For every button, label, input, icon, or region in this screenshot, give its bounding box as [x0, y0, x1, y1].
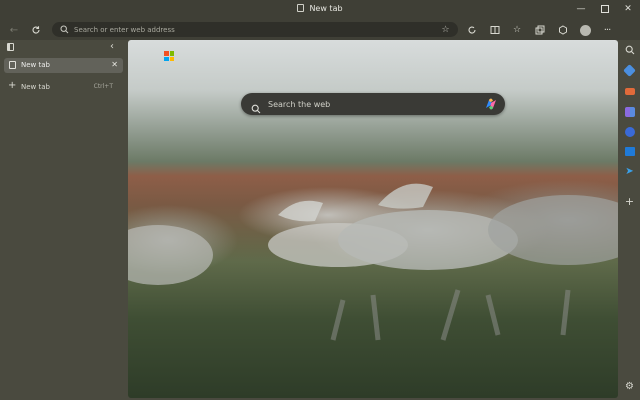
- plus-icon: +: [8, 80, 17, 91]
- tab-actions-icon[interactable]: [7, 43, 14, 51]
- window-title-text: New tab: [309, 4, 343, 13]
- toolbar: ← ☆ ☆ ···: [0, 20, 640, 40]
- search-icon: [251, 99, 261, 118]
- sidebar-games-button[interactable]: [623, 105, 636, 118]
- profile-icon: [579, 24, 591, 36]
- close-window-button[interactable]: ✕: [617, 2, 639, 16]
- favorite-star-icon[interactable]: ☆: [440, 24, 451, 35]
- outlook-icon: [624, 147, 635, 156]
- shopping-tag-icon: [623, 64, 636, 77]
- browser-essentials-icon: [468, 26, 476, 34]
- games-icon: [624, 106, 635, 117]
- vertical-tabs-pane: ‹ New tab ✕ + New tab Ctrl+T: [0, 40, 127, 400]
- refresh-icon: [32, 26, 40, 34]
- performance-button[interactable]: [555, 22, 571, 38]
- sidebar-send-button[interactable]: ➤: [623, 165, 636, 178]
- back-icon: ←: [9, 24, 19, 36]
- gear-icon: ⚙: [625, 381, 634, 392]
- split-screen-button[interactable]: [487, 22, 503, 38]
- profile-button[interactable]: [577, 22, 593, 38]
- search-icon: [625, 45, 634, 54]
- sidebar-add-button[interactable]: +: [623, 195, 636, 208]
- title-bar: New tab — ✕: [0, 0, 640, 20]
- edge-sidebar: ➤ + ⚙: [619, 40, 640, 400]
- favorites-button[interactable]: ☆: [509, 22, 525, 38]
- sidebar-shopping-button[interactable]: [623, 64, 636, 77]
- minimize-icon: —: [576, 4, 586, 14]
- toolbox-icon: [624, 88, 635, 95]
- window-title: New tab: [0, 4, 640, 13]
- more-icon: ···: [603, 24, 611, 36]
- performance-icon: [559, 25, 567, 35]
- browser-essentials-button[interactable]: [464, 22, 480, 38]
- new-tab-label: New tab: [21, 83, 50, 91]
- more-button[interactable]: ···: [599, 22, 615, 38]
- new-tab-page: [128, 40, 618, 398]
- plus-icon: +: [624, 195, 635, 208]
- tab-label: New tab: [21, 61, 50, 69]
- close-tab-icon[interactable]: ✕: [111, 60, 118, 69]
- new-tab-shortcut: Ctrl+T: [93, 83, 113, 90]
- collections-button[interactable]: [532, 22, 548, 38]
- sidebar-settings-button[interactable]: ⚙: [623, 380, 636, 393]
- copilot-icon[interactable]: [483, 96, 499, 112]
- microsoft-logo[interactable]: [164, 51, 174, 61]
- send-icon: ➤: [625, 166, 634, 177]
- collapse-pane-icon[interactable]: ‹: [110, 41, 114, 52]
- close-icon: ✕: [624, 4, 632, 14]
- address-bar[interactable]: ☆: [52, 22, 458, 37]
- minimize-button[interactable]: —: [570, 2, 592, 16]
- address-input[interactable]: [74, 22, 414, 37]
- tab-new-tab[interactable]: New tab ✕: [4, 58, 123, 73]
- new-tab-button[interactable]: + New tab Ctrl+T: [4, 80, 123, 94]
- tab-page-icon: [9, 61, 16, 69]
- sidebar-search-button[interactable]: [623, 43, 636, 56]
- sidebar-copilot-button[interactable]: [623, 125, 636, 138]
- sidebar-tools-button[interactable]: [623, 85, 636, 98]
- web-search-input[interactable]: [268, 93, 468, 115]
- refresh-button[interactable]: [28, 22, 44, 38]
- tab-page-icon: [297, 4, 305, 12]
- back-button[interactable]: ←: [6, 22, 22, 38]
- favorites-icon: ☆: [512, 25, 522, 35]
- sidebar-outlook-button[interactable]: [623, 145, 636, 158]
- copilot-app-icon: [624, 126, 635, 137]
- web-search-box[interactable]: [241, 93, 505, 115]
- split-screen-icon: [490, 26, 500, 34]
- maximize-icon: [601, 5, 609, 13]
- search-icon: [59, 24, 70, 35]
- collections-icon: [535, 25, 545, 35]
- maximize-button[interactable]: [594, 2, 616, 16]
